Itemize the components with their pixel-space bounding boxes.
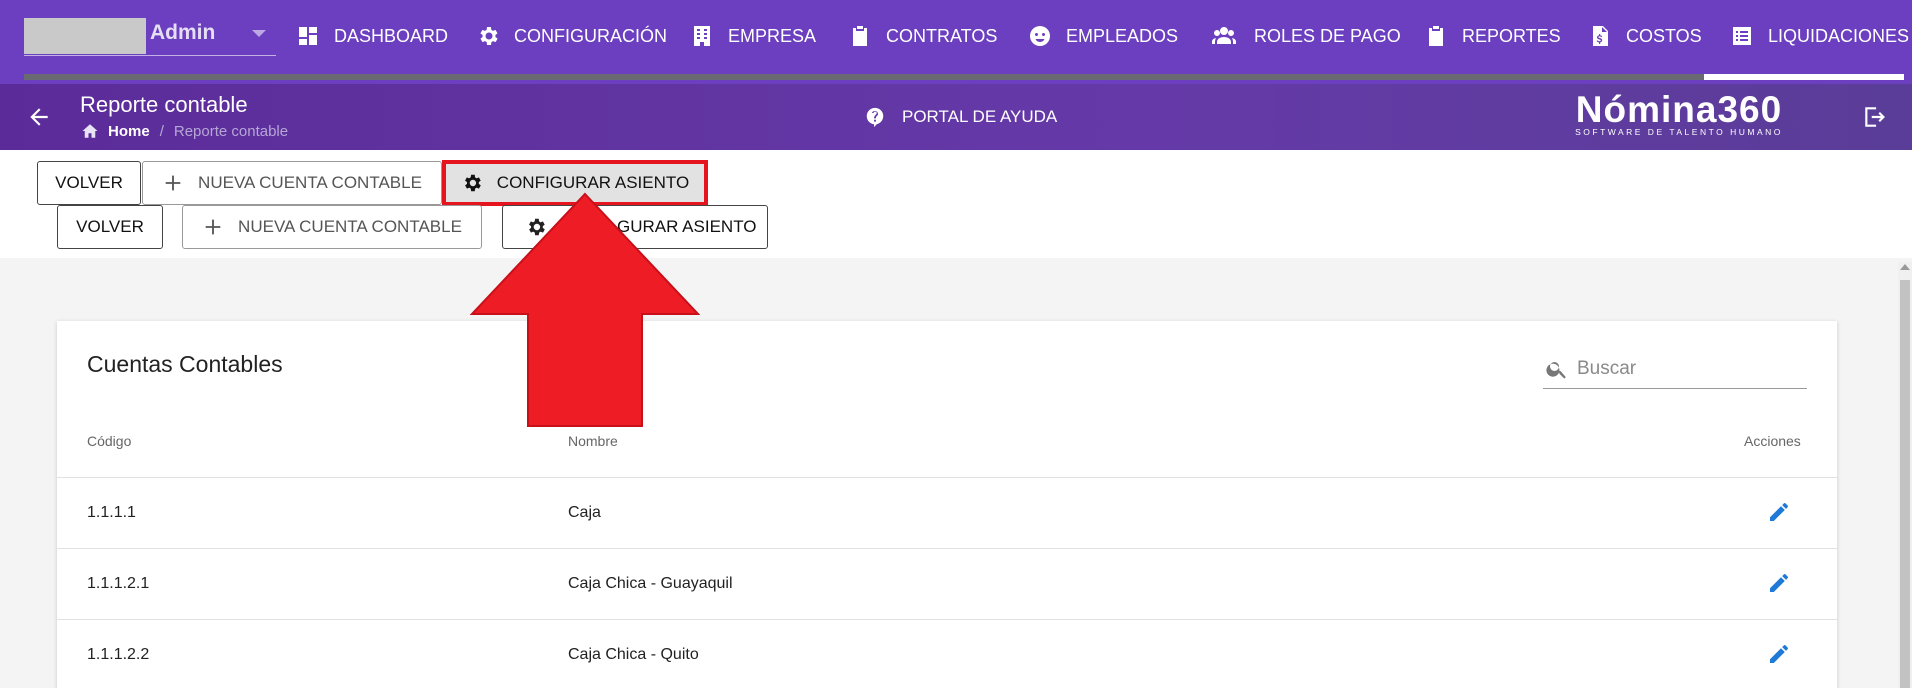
nav-item-empresa[interactable]: EMPRESA bbox=[690, 18, 816, 54]
breadcrumb: Home / Reporte contable bbox=[80, 122, 288, 140]
nav-item-label: CONTRATOS bbox=[886, 25, 998, 46]
scrollbar-thumb[interactable] bbox=[1900, 280, 1910, 688]
edit-button[interactable] bbox=[1767, 571, 1793, 597]
page-header: Reporte contable Home / Reporte contable… bbox=[0, 84, 1912, 150]
back-button[interactable] bbox=[26, 104, 52, 130]
arrow-left-icon bbox=[30, 108, 48, 126]
help-bubble-icon bbox=[866, 107, 884, 128]
logout-icon bbox=[1865, 107, 1885, 127]
table-row: 1.1.1.2.2 Caja Chica - Quito bbox=[57, 619, 1837, 688]
nav-item-contratos[interactable]: CONTRATOS bbox=[848, 18, 997, 54]
nav-item-dashboard[interactable]: DASHBOARD bbox=[296, 18, 448, 54]
nav-item-label: EMPRESA bbox=[728, 25, 817, 46]
nav-item-empleados[interactable]: EMPLEADOS bbox=[1028, 18, 1178, 54]
row-code: 1.1.1.2.2 bbox=[87, 646, 150, 663]
nav-item-label: DASHBOARD bbox=[334, 25, 449, 46]
pencil-icon bbox=[1770, 503, 1788, 521]
building-icon bbox=[694, 26, 710, 46]
plus-icon bbox=[165, 175, 181, 191]
company-selector[interactable]: Admin bbox=[24, 18, 276, 56]
users-icon bbox=[1212, 27, 1236, 44]
nav-item-label: CONFIGURACIÓN bbox=[514, 25, 667, 46]
logout-button[interactable] bbox=[1862, 104, 1888, 130]
nav-underline bbox=[24, 74, 1904, 80]
nav-item-roles-de-pago[interactable]: ROLES DE PAGO bbox=[1208, 18, 1401, 54]
nueva-cuenta-label: NUEVA CUENTA CONTABLE bbox=[198, 173, 422, 192]
list-icon bbox=[1733, 27, 1751, 45]
cuentas-contables-card: Cuentas Contables Código Nombre Acciones… bbox=[57, 321, 1837, 688]
nav-item-label: REPORTES bbox=[1462, 25, 1561, 46]
active-tab-indicator bbox=[1704, 74, 1904, 80]
nav-item-costos[interactable]: COSTOS bbox=[1588, 18, 1702, 54]
nueva-cuenta-button[interactable]: NUEVA CUENTA CONTABLE bbox=[142, 161, 442, 205]
nav-item-liquidaciones[interactable]: LIQUIDACIONES bbox=[1730, 18, 1909, 54]
search-icon bbox=[1546, 361, 1566, 379]
column-header-nombre[interactable]: Nombre bbox=[568, 433, 618, 449]
face-icon bbox=[1030, 26, 1050, 46]
nav-item-reportes[interactable]: REPORTES bbox=[1424, 18, 1561, 54]
brand-tagline: SOFTWARE DE TALENTO HUMANO bbox=[1575, 127, 1783, 137]
clipboard-list-icon bbox=[1429, 26, 1443, 46]
row-code: 1.1.1.1 bbox=[87, 504, 136, 521]
breadcrumb-current: Reporte contable bbox=[173, 122, 289, 140]
page-title: Reporte contable bbox=[80, 92, 248, 117]
help-portal-link[interactable]: PORTAL DE AYUDA bbox=[864, 106, 1057, 128]
company-name-redacted bbox=[24, 18, 146, 54]
plus-icon bbox=[205, 219, 221, 235]
red-arrow-annotation bbox=[470, 192, 700, 427]
dashboard-icon bbox=[299, 27, 317, 45]
card-title: Cuentas Contables bbox=[87, 351, 283, 377]
volver-button-secondary[interactable]: VOLVER bbox=[57, 205, 163, 249]
company-selector-label: Admin bbox=[150, 21, 216, 44]
nueva-cuenta-button-secondary[interactable]: NUEVA CUENTA CONTABLE bbox=[182, 205, 482, 249]
search-input[interactable] bbox=[1577, 357, 1797, 380]
clipboard-icon bbox=[853, 26, 867, 46]
invoice-dollar-icon bbox=[1593, 26, 1608, 46]
nav-item-configuracion[interactable]: CONFIGURACIÓN bbox=[476, 18, 667, 54]
gear-icon bbox=[480, 27, 498, 45]
pencil-icon bbox=[1770, 574, 1788, 592]
row-name: Caja Chica - Guayaquil bbox=[568, 575, 733, 592]
nav-item-label: COSTOS bbox=[1626, 25, 1702, 46]
breadcrumb-separator: / bbox=[159, 122, 164, 140]
toolbar: VOLVER NUEVA CUENTA CONTABLE CONFIGURAR … bbox=[0, 150, 1912, 258]
table-row: 1.1.1.2.1 Caja Chica - Guayaquil bbox=[57, 548, 1837, 619]
chevron-down-icon bbox=[252, 30, 266, 37]
row-name: Caja Chica - Quito bbox=[568, 646, 699, 663]
nav-item-label: LIQUIDACIONES bbox=[1768, 25, 1910, 46]
edit-button[interactable] bbox=[1767, 500, 1793, 526]
table-row: 1.1.1.1 Caja bbox=[57, 477, 1837, 548]
help-portal-label: PORTAL DE AYUDA bbox=[902, 107, 1058, 126]
scroll-up-arrow-icon[interactable] bbox=[1900, 264, 1910, 270]
volver-label: VOLVER bbox=[76, 217, 144, 236]
nav-item-label: ROLES DE PAGO bbox=[1254, 25, 1401, 46]
volver-button[interactable]: VOLVER bbox=[37, 161, 141, 205]
row-name: Caja bbox=[568, 504, 601, 521]
breadcrumb-home[interactable]: Home bbox=[108, 123, 150, 140]
volver-label: VOLVER bbox=[55, 173, 123, 192]
row-code: 1.1.1.2.1 bbox=[87, 575, 150, 592]
home-icon bbox=[82, 124, 98, 138]
pencil-icon bbox=[1770, 645, 1788, 663]
edit-button[interactable] bbox=[1767, 642, 1793, 668]
nueva-cuenta-label: NUEVA CUENTA CONTABLE bbox=[238, 217, 462, 236]
column-header-codigo[interactable]: Código bbox=[87, 433, 131, 449]
column-header-acciones: Acciones bbox=[1744, 433, 1801, 449]
brand-logo: Nómina360 SOFTWARE DE TALENTO HUMANO bbox=[1566, 87, 1792, 137]
nav-item-label: EMPLEADOS bbox=[1066, 25, 1179, 46]
top-navigation: Admin DASHBOARD CONFIGURACIÓN EMPRESA CO… bbox=[0, 0, 1912, 84]
search-box bbox=[1543, 349, 1807, 389]
